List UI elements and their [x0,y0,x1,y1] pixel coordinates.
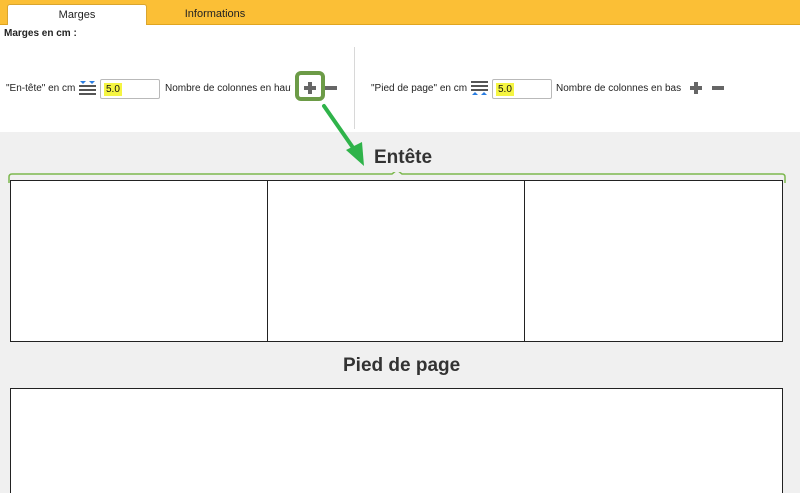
margins-settings-panel: Marges en cm : "En-tête" en cm 5.0 Nombr… [0,25,800,132]
tab-informations[interactable]: Informations [150,4,280,25]
tab-marges[interactable]: Marges [7,4,147,25]
footer-height-label: "Pied de page" en cm [371,83,468,94]
header-preview-title: Entête [374,147,433,168]
section-title: Marges en cm : [4,28,77,39]
header-columns-label: Nombre de colonnes en haut [165,83,291,94]
header-height-icon [79,81,96,95]
pointer-arrow [322,104,364,166]
remove-header-column-button[interactable] [324,81,338,95]
add-header-column-button[interactable] [303,81,317,95]
remove-footer-column-button[interactable] [711,81,725,95]
header-height-value: 5.0 [104,83,122,96]
footer-height-value: 5.0 [496,83,514,96]
add-footer-column-button[interactable] [689,81,703,95]
footer-column-preview [10,388,783,493]
header-column-cell [267,180,526,342]
footer-height-input[interactable]: 5.0 [492,79,552,99]
header-height-label: "En-tête" en cm [6,83,76,94]
header-height-input[interactable]: 5.0 [100,79,160,99]
footer-preview-title: Pied de page [343,355,461,376]
tab-bar: Marges Informations [0,0,800,25]
header-columns-preview [10,180,783,342]
header-column-cell [10,180,269,342]
footer-height-icon [471,81,488,95]
footer-columns-label: Nombre de colonnes en bas [556,83,682,94]
header-column-cell [524,180,783,342]
